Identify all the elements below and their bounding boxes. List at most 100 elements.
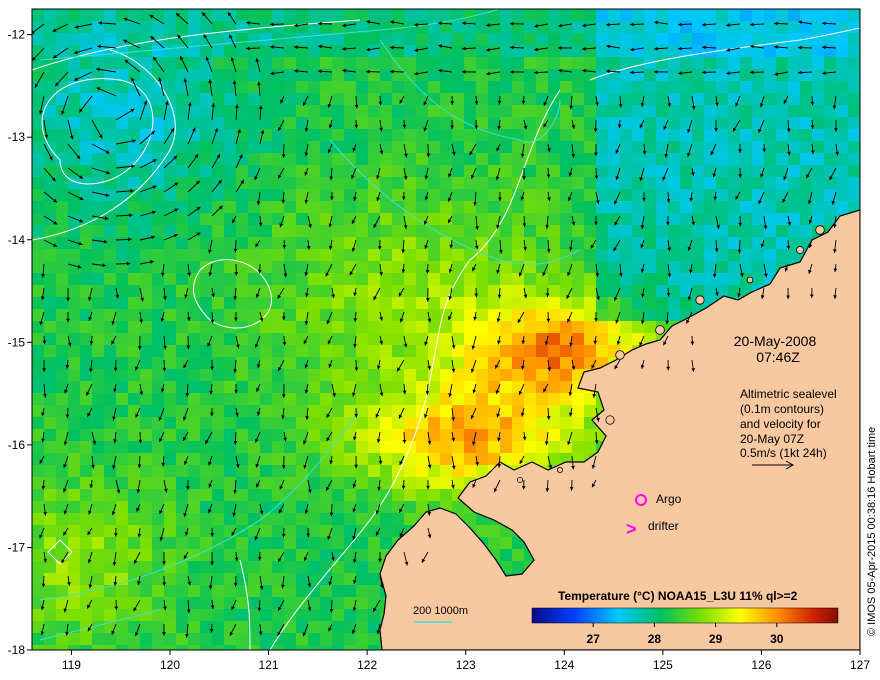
sst-cell: [248, 249, 260, 261]
sst-cell: [56, 213, 68, 225]
sst-cell: [260, 33, 272, 45]
sst-cell: [668, 213, 680, 225]
sst-cell: [332, 261, 344, 273]
sst-cell: [56, 645, 68, 650]
sst-cell: [332, 297, 344, 309]
sst-cell: [704, 57, 716, 69]
sst-cell: [560, 57, 572, 69]
sst-cell: [368, 489, 380, 501]
sst-cell: [644, 213, 656, 225]
sst-cell: [212, 177, 224, 189]
sst-cell: [200, 33, 212, 45]
sst-cell: [512, 441, 524, 453]
sst-cell: [344, 297, 356, 309]
sst-cell: [656, 141, 668, 153]
sst-cell: [584, 309, 596, 321]
sst-cell: [272, 537, 284, 549]
sst-cell: [188, 9, 200, 21]
sst-cell: [728, 81, 740, 93]
sst-cell: [212, 645, 224, 650]
sst-cell: [44, 81, 56, 93]
sst-cell: [224, 129, 236, 141]
sst-cell: [212, 417, 224, 429]
sst-cell: [500, 117, 512, 129]
sst-cell: [452, 105, 464, 117]
sst-cell: [248, 573, 260, 585]
sst-cell: [692, 261, 704, 273]
sst-cell: [236, 513, 248, 525]
sst-cell: [440, 141, 452, 153]
sst-cell: [80, 429, 92, 441]
sst-cell: [584, 57, 596, 69]
sst-cell: [440, 249, 452, 261]
sst-cell: [320, 369, 332, 381]
sst-cell: [572, 141, 584, 153]
sst-cell: [524, 297, 536, 309]
sst-cell: [500, 141, 512, 153]
sst-cell: [56, 249, 68, 261]
sst-cell: [68, 213, 80, 225]
sst-cell: [404, 465, 416, 477]
sst-cell: [656, 105, 668, 117]
sst-cell: [116, 357, 128, 369]
sst-cell: [812, 33, 824, 45]
sst-cell: [236, 549, 248, 561]
sst-cell: [188, 453, 200, 465]
sst-cell: [764, 105, 776, 117]
sst-cell: [548, 129, 560, 141]
sst-cell: [368, 201, 380, 213]
sst-cell: [488, 57, 500, 69]
sst-cell: [248, 153, 260, 165]
sst-cell: [812, 177, 824, 189]
sst-cell: [260, 165, 272, 177]
sst-cell: [704, 9, 716, 21]
sst-cell: [740, 201, 752, 213]
sst-cell: [500, 369, 512, 381]
sst-cell: [68, 357, 80, 369]
sst-cell: [152, 597, 164, 609]
sst-cell: [440, 153, 452, 165]
sst-cell: [368, 537, 380, 549]
sst-cell: [308, 45, 320, 57]
sst-cell: [284, 345, 296, 357]
sst-cell: [764, 21, 776, 33]
sst-cell: [272, 141, 284, 153]
sst-cell: [236, 249, 248, 261]
sst-cell: [560, 117, 572, 129]
sst-cell: [236, 69, 248, 81]
sst-cell: [164, 261, 176, 273]
sst-cell: [680, 177, 692, 189]
sst-cell: [356, 213, 368, 225]
sst-cell: [656, 165, 668, 177]
sst-cell: [572, 261, 584, 273]
sst-cell: [200, 285, 212, 297]
sst-cell: [200, 597, 212, 609]
sst-cell: [212, 489, 224, 501]
sst-cell: [368, 33, 380, 45]
sst-cell: [428, 297, 440, 309]
sst-cell: [572, 309, 584, 321]
sst-cell: [92, 417, 104, 429]
sst-cell: [248, 333, 260, 345]
sst-cell: [368, 261, 380, 273]
sst-cell: [212, 81, 224, 93]
sst-cell: [200, 129, 212, 141]
sst-cell: [116, 453, 128, 465]
sst-cell: [500, 93, 512, 105]
sst-cell: [32, 105, 44, 117]
sst-cell: [44, 621, 56, 633]
sst-cell: [128, 513, 140, 525]
sst-cell: [356, 357, 368, 369]
sst-cell: [620, 81, 632, 93]
sst-cell: [548, 345, 560, 357]
sst-cell: [764, 261, 776, 273]
sst-cell: [32, 525, 44, 537]
sst-cell: [344, 81, 356, 93]
sst-cell: [440, 321, 452, 333]
sst-cell: [572, 285, 584, 297]
sst-cell: [584, 153, 596, 165]
sst-cell: [56, 273, 68, 285]
sst-cell: [68, 9, 80, 21]
sst-cell: [512, 9, 524, 21]
sst-cell: [200, 513, 212, 525]
